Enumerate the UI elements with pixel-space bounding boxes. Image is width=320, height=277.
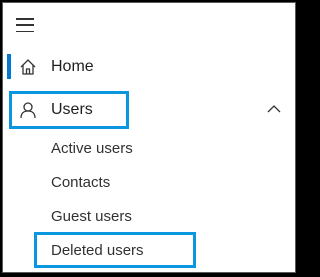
chevron-up-icon[interactable] bbox=[267, 104, 281, 114]
submenu-item-active-users[interactable]: Active users bbox=[51, 135, 133, 161]
home-icon bbox=[20, 59, 36, 75]
submenu-item-contacts[interactable]: Contacts bbox=[51, 169, 110, 195]
hamburger-icon[interactable] bbox=[16, 18, 34, 32]
nav-item-users-label: Users bbox=[51, 101, 93, 118]
submenu-item-label: Guest users bbox=[51, 207, 132, 225]
nav-item-home[interactable]: Home bbox=[3, 52, 295, 82]
submenu-item-label: Deleted users bbox=[51, 241, 144, 259]
submenu-item-label: Contacts bbox=[51, 173, 111, 191]
submenu-item-guest-users[interactable]: Guest users bbox=[51, 203, 132, 229]
nav-item-users[interactable]: Users bbox=[3, 95, 295, 125]
person-icon bbox=[20, 102, 36, 119]
nav-item-home-label: Home bbox=[51, 58, 94, 75]
submenu-item-label: Active users bbox=[51, 139, 133, 157]
submenu-item-deleted-users[interactable]: Deleted users bbox=[51, 237, 144, 263]
navigation-pane: Home Users Active users Contacts Guest u… bbox=[2, 2, 296, 273]
